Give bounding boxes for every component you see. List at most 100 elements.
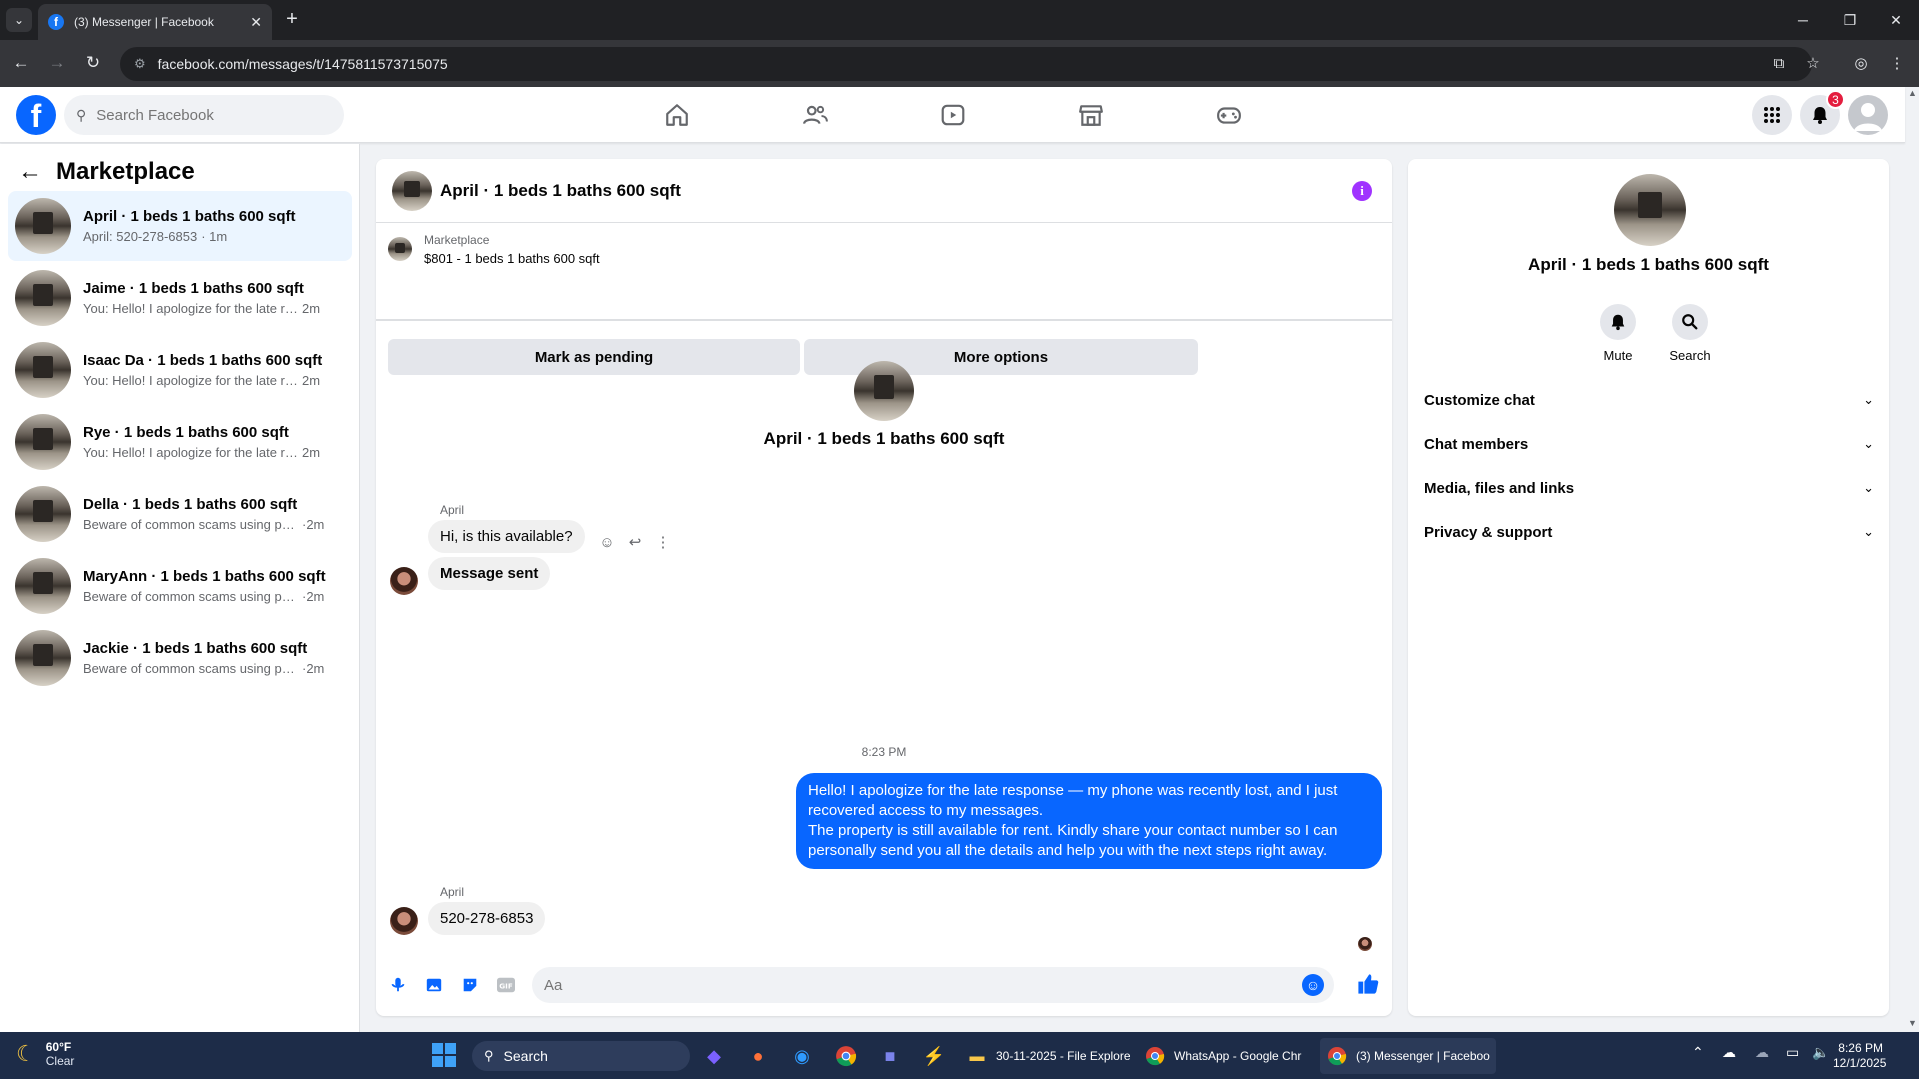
close-window-button[interactable]: ✕ (1873, 0, 1919, 40)
app-blue-icon[interactable]: ◉ (786, 1040, 818, 1072)
facebook-search-input[interactable] (96, 106, 317, 124)
more-actions-icon[interactable]: ⋮ (654, 533, 672, 551)
chat-header-avatar[interactable] (392, 170, 432, 211)
sticker-icon[interactable] (458, 973, 482, 997)
nav-gaming[interactable] (1173, 87, 1285, 143)
network-icon[interactable]: ▭ (1786, 1044, 1799, 1061)
chat-members-section[interactable]: Chat members ⌄ (1424, 422, 1874, 466)
firefox-icon[interactable]: ● (742, 1040, 774, 1072)
reload-icon[interactable]: ↻ (80, 50, 106, 76)
photo-icon[interactable] (422, 973, 446, 997)
react-emoji-icon[interactable]: ☺ (598, 534, 616, 551)
new-tab-button[interactable]: + (280, 8, 304, 31)
microphone-icon[interactable] (386, 973, 410, 997)
incoming-message-bubble[interactable]: Message sent (428, 557, 551, 590)
mute-action[interactable]: Mute (1588, 304, 1648, 363)
like-thumbs-up-icon[interactable] (1354, 970, 1382, 998)
browser-toolbar: ← → ↻ ⚙ facebook.com/messages/t/14758115… (0, 40, 1919, 87)
nav-video[interactable] (897, 87, 1009, 143)
chevron-down-icon: ⌄ (1863, 436, 1874, 451)
account-avatar-button[interactable] (1848, 95, 1888, 135)
message-input[interactable] (544, 976, 1284, 994)
taskbar-clock[interactable]: 8:26 PM 12/1/2025 (1833, 1041, 1886, 1071)
details-profile-photo[interactable] (1614, 174, 1686, 246)
privacy-support-section[interactable]: Privacy & support ⌄ (1424, 510, 1874, 554)
taskbar-search[interactable]: ⚲ Search (472, 1041, 690, 1071)
magnifier-glyph (1682, 314, 1698, 330)
nav-home[interactable] (621, 87, 733, 143)
forward-arrow-icon[interactable]: → (44, 50, 70, 76)
conversation-item[interactable]: Della · 1 beds 1 baths 600 sqft Beware of… (8, 479, 352, 549)
back-arrow-icon[interactable]: ← (18, 158, 42, 186)
back-arrow-icon[interactable]: ← (8, 50, 34, 76)
onedrive-cloud-icon[interactable]: ☁ (1722, 1044, 1736, 1061)
gif-icon[interactable]: GIF (494, 973, 518, 997)
conversation-item[interactable]: Jackie · 1 beds 1 baths 600 sqft Beware o… (8, 623, 352, 693)
conversation-thumbnail (15, 558, 71, 614)
search-icon[interactable] (1672, 304, 1708, 340)
menu-grid-button[interactable] (1752, 95, 1792, 135)
reply-icon[interactable]: ↩ (626, 533, 644, 551)
weather-temperature: 60°F (45, 1040, 72, 1054)
power-automate-icon[interactable]: ⚡ (918, 1040, 950, 1072)
windows-start-icon[interactable] (432, 1043, 456, 1067)
chat-title[interactable]: April · 1 beds 1 baths 600 sqft (440, 181, 681, 201)
taskbar-file-explorer[interactable]: ▬ 30-11-2025 - File Explore (960, 1038, 1137, 1074)
marketplace-conversation-list: ← Marketplace April · 1 beds 1 baths 600… (0, 144, 360, 1032)
tray-overflow-chevron-icon[interactable]: ⌃ (1692, 1044, 1704, 1061)
tab-title: (3) Messenger | Facebook (74, 15, 214, 29)
conversation-info-icon[interactable]: i (1352, 181, 1372, 201)
profile-icon[interactable]: ◎ (1848, 50, 1874, 76)
read-receipt-avatar (1358, 937, 1372, 951)
conversation-item[interactable]: Rye · 1 beds 1 baths 600 sqft You: Hello!… (8, 407, 352, 477)
task-label: (3) Messenger | Faceboo (1356, 1049, 1490, 1063)
tab-search-dropdown[interactable]: ⌄ (6, 8, 32, 32)
conversation-item[interactable]: Jaime · 1 beds 1 baths 600 sqft You: Hell… (8, 263, 352, 333)
conversation-preview: Beware of common scams using pay... (83, 589, 298, 604)
incoming-message-bubble[interactable]: 520-278-6853 (428, 902, 546, 935)
install-app-icon[interactable]: ⧉ (1766, 50, 1792, 76)
nav-friends[interactable] (759, 87, 871, 143)
conversation-item[interactable]: April · 1 beds 1 baths 600 sqft April: 52… (8, 191, 352, 261)
browser-menu-icon[interactable]: ⋮ (1884, 50, 1910, 76)
conversation-thumbnail (15, 414, 71, 470)
bell-icon[interactable] (1600, 304, 1636, 340)
emoji-picker-icon[interactable]: ☺ (1302, 974, 1324, 996)
conversation-item[interactable]: MaryAnn · 1 beds 1 baths 600 sqft Beware … (8, 551, 352, 621)
scrollbar-down-arrow-icon[interactable]: ▼ (1906, 1018, 1919, 1030)
customize-chat-section[interactable]: Customize chat ⌄ (1424, 378, 1874, 422)
incoming-message-bubble[interactable]: Hi, is this available? (428, 520, 585, 553)
media-files-links-section[interactable]: Media, files and links ⌄ (1424, 466, 1874, 510)
address-bar[interactable]: ⚙ facebook.com/messages/t/14758115737150… (120, 47, 1812, 81)
conversation-preview-row: Beware of common scams using pay... ·2m (83, 589, 333, 604)
message-input-box[interactable]: ☺ (532, 967, 1334, 1003)
taskbar-messenger-chrome[interactable]: (3) Messenger | Faceboo (1320, 1038, 1496, 1074)
mark-as-pending-button[interactable]: Mark as pending (388, 339, 800, 375)
minimize-button[interactable]: ─ (1780, 0, 1826, 40)
browser-tab-messenger[interactable]: f (3) Messenger | Facebook ✕ (38, 4, 272, 40)
taskbar-whatsapp-chrome[interactable]: WhatsApp - Google Chr (1138, 1038, 1307, 1074)
bookmark-star-icon[interactable]: ☆ (1800, 50, 1826, 76)
scrollbar-up-arrow-icon[interactable]: ▲ (1906, 88, 1919, 100)
nav-marketplace[interactable] (1035, 87, 1147, 143)
site-info-icon[interactable]: ⚙ (134, 56, 146, 72)
sender-avatar[interactable] (390, 907, 418, 935)
restore-button[interactable]: ❐ (1827, 0, 1873, 40)
volume-icon[interactable]: 🔈 (1812, 1044, 1829, 1061)
search-action[interactable]: Search (1660, 304, 1720, 363)
conversation-preview-row: Beware of common scams using pay... ·2m (83, 517, 333, 532)
close-tab-icon[interactable]: ✕ (250, 14, 262, 31)
listing-thumbnail[interactable] (388, 237, 412, 261)
facebook-search[interactable]: ⚲ (64, 95, 344, 135)
copilot-icon[interactable]: ◆ (698, 1040, 730, 1072)
chrome-icon[interactable] (830, 1040, 862, 1072)
conversation-item[interactable]: Isaac Da · 1 beds 1 baths 600 sqft You: H… (8, 335, 352, 405)
listing-price[interactable]: $801 - 1 beds 1 baths 600 sqft (424, 251, 600, 266)
teams-icon[interactable]: ■ (874, 1040, 906, 1072)
conversation-text: Isaac Da · 1 beds 1 baths 600 sqft You: H… (83, 352, 333, 388)
outgoing-message-bubble[interactable]: Hello! I apologize for the late response… (796, 773, 1382, 869)
weather-widget[interactable]: ☾ 60°F Clear (16, 1040, 74, 1068)
cloud-icon[interactable]: ☁ (1755, 1044, 1769, 1061)
facebook-logo-icon[interactable]: f (16, 95, 56, 135)
sender-avatar[interactable] (390, 567, 418, 595)
